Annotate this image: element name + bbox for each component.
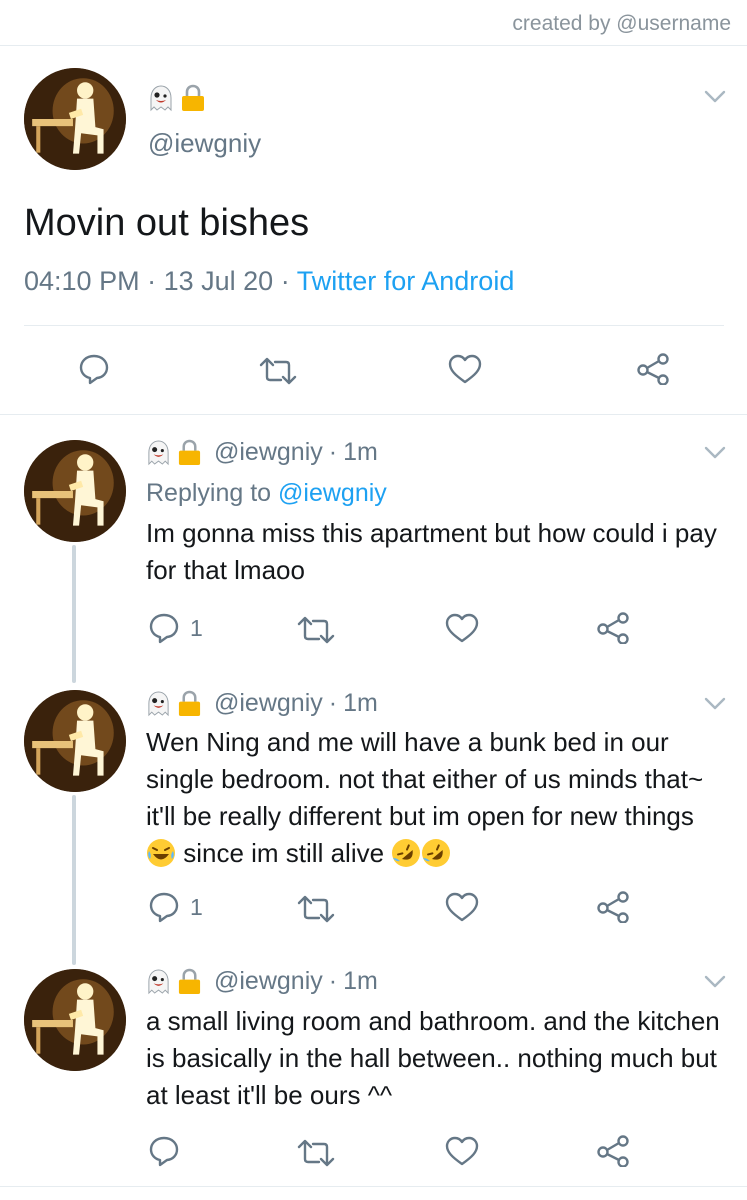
reply-avatar[interactable]	[24, 690, 126, 792]
meta-separator: ·	[147, 266, 157, 296]
avatar-image	[24, 969, 126, 1071]
lock-icon	[177, 439, 202, 466]
meta-separator: ·	[280, 266, 290, 296]
reply-age: 1m	[343, 689, 378, 717]
ghost-icon	[146, 439, 171, 466]
heart-icon	[444, 612, 480, 644]
reply-text-part: Wen Ning and me will have a bunk bed in …	[146, 727, 704, 831]
header-divider	[0, 45, 747, 46]
retweet-icon	[296, 893, 336, 925]
ghost-icon	[146, 968, 171, 995]
section-divider	[0, 414, 747, 415]
retweet-icon	[258, 355, 298, 387]
reply-handle[interactable]: @iewgniy	[214, 967, 323, 996]
reply-chevron-down-icon[interactable]	[704, 975, 726, 989]
bottom-divider	[0, 1186, 747, 1187]
reply-icon	[148, 612, 180, 644]
like-button[interactable]	[444, 891, 480, 923]
meta-separator: ·	[328, 438, 338, 466]
avatar-image	[24, 68, 126, 170]
reply-button[interactable]: 1	[148, 891, 203, 923]
main-retweet-button[interactable]	[258, 355, 298, 387]
rofl-icon	[391, 838, 421, 868]
replying-label: Replying to	[146, 479, 272, 507]
share-icon	[596, 1135, 632, 1167]
tweet-source-link[interactable]: Twitter for Android	[297, 266, 515, 296]
tweet-date: 13 Jul 20	[163, 266, 274, 296]
heart-icon	[444, 1135, 480, 1167]
main-chevron-down-icon[interactable]	[704, 90, 726, 104]
retweet-icon	[296, 614, 336, 646]
reply-text-part: since im still alive	[176, 838, 392, 868]
like-button[interactable]	[444, 612, 480, 644]
credit-text: created by @username	[512, 12, 731, 35]
meta-divider	[24, 325, 724, 326]
reply-chevron-down-icon[interactable]	[704, 446, 726, 460]
reply-icon	[148, 891, 180, 923]
ghost-icon	[146, 690, 171, 717]
main-share-button[interactable]	[636, 353, 672, 385]
reply-icon	[148, 1135, 180, 1167]
share-icon	[596, 891, 632, 923]
reply-button[interactable]: 1	[148, 612, 203, 644]
reply-header: @iewgniy · 1m	[146, 689, 378, 718]
lock-icon	[177, 690, 202, 717]
share-button[interactable]	[596, 891, 632, 923]
replying-to: Replying to @iewgniy	[146, 479, 387, 508]
reply-age: 1m	[343, 438, 378, 466]
meta-separator: ·	[328, 967, 338, 995]
main-avatar[interactable]	[24, 68, 126, 170]
heart-icon	[447, 353, 483, 385]
rofl-icon	[421, 838, 451, 868]
reply-icon	[78, 353, 110, 385]
display-name-emojis	[146, 690, 202, 717]
reply-button[interactable]	[148, 1135, 190, 1167]
main-tweet-meta: 04:10 PM · 13 Jul 20 · Twitter for Andro…	[24, 266, 514, 297]
heart-icon	[444, 891, 480, 923]
reply-avatar[interactable]	[24, 440, 126, 542]
replying-handle-link[interactable]: @iewgniy	[278, 479, 387, 507]
thread-connector	[72, 795, 76, 965]
reply-header: @iewgniy · 1m	[146, 967, 378, 996]
reply-count: 1	[190, 893, 203, 920]
main-display-name-emojis	[148, 84, 206, 112]
reply-handle[interactable]: @iewgniy	[214, 438, 323, 467]
lock-icon	[180, 84, 206, 112]
like-button[interactable]	[444, 1135, 480, 1167]
share-icon	[596, 612, 632, 644]
share-icon	[636, 353, 672, 385]
ghost-icon	[148, 84, 174, 112]
reply-handle[interactable]: @iewgniy	[214, 689, 323, 718]
display-name-emojis	[146, 439, 202, 466]
reply-count: 1	[190, 614, 203, 641]
reply-header: @iewgniy · 1m	[146, 438, 378, 467]
thread-connector	[72, 545, 76, 683]
meta-separator: ·	[328, 689, 338, 717]
reply-age: 1m	[343, 967, 378, 995]
reply-text: Wen Ning and me will have a bunk bed in …	[146, 724, 726, 872]
lock-icon	[177, 968, 202, 995]
share-button[interactable]	[596, 612, 632, 644]
retweet-button[interactable]	[296, 1137, 336, 1169]
main-handle[interactable]: @iewgniy	[148, 128, 261, 159]
retweet-button[interactable]	[296, 893, 336, 925]
reply-avatar[interactable]	[24, 969, 126, 1071]
main-reply-button[interactable]	[78, 353, 110, 385]
reply-text: a small living room and bathroom. and th…	[146, 1006, 720, 1110]
retweet-button[interactable]	[296, 614, 336, 646]
laughing-tears-icon	[146, 838, 176, 868]
reply-text: Im gonna miss this apartment but how cou…	[146, 518, 717, 585]
tweet-time: 04:10 PM	[24, 266, 140, 296]
reply-chevron-down-icon[interactable]	[704, 697, 726, 711]
avatar-image	[24, 690, 126, 792]
main-like-button[interactable]	[447, 353, 483, 385]
avatar-image	[24, 440, 126, 542]
main-tweet-text: Movin out bishes	[24, 202, 310, 244]
display-name-emojis	[146, 968, 202, 995]
share-button[interactable]	[596, 1135, 632, 1167]
retweet-icon	[296, 1137, 336, 1169]
